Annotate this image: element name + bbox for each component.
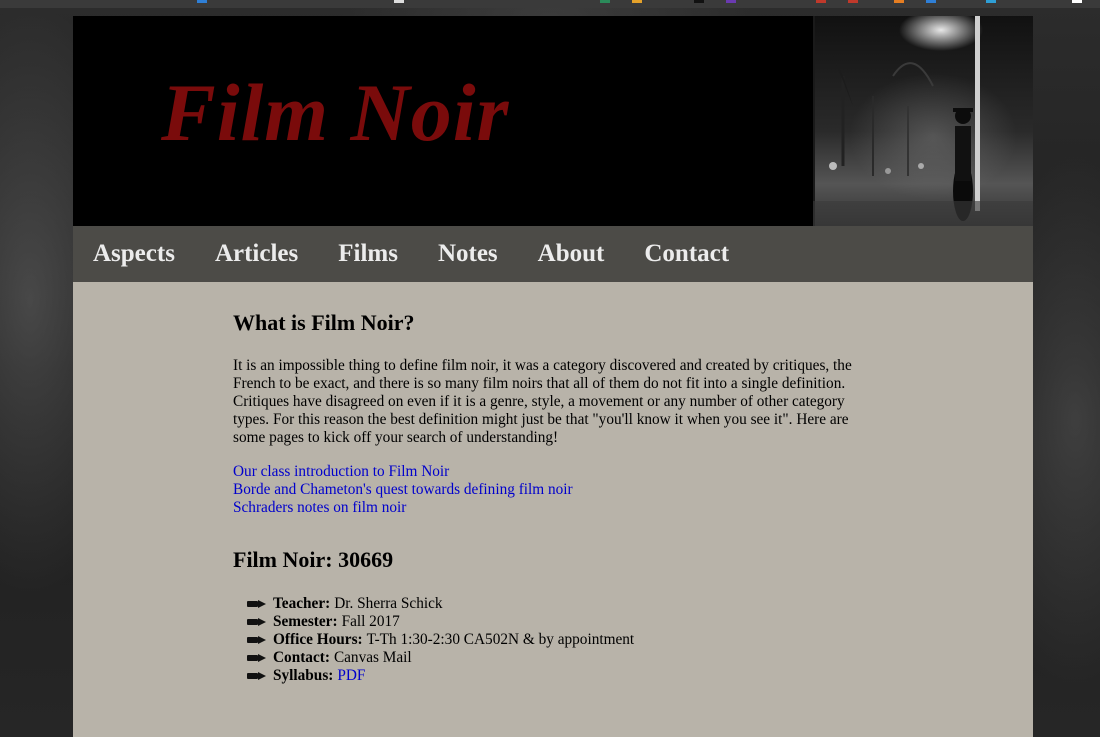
teacher-label: Teacher: (273, 595, 331, 612)
bookmark-icon[interactable] (694, 0, 704, 3)
nav-item-notes[interactable]: Notes (438, 240, 498, 268)
bookmark-icon[interactable] (894, 0, 904, 3)
office-hours-value: T-Th 1:30-2:30 CA502N & by appointment (366, 631, 635, 648)
noir-street-photo (813, 16, 1033, 226)
link-class-introduction[interactable]: Our class introduction to Film Noir (233, 463, 873, 481)
course-info-contact: Contact: Canvas Mail (247, 649, 873, 667)
bookmark-icon[interactable] (986, 0, 996, 3)
syllabus-pdf-link[interactable]: PDF (337, 667, 365, 685)
semester-label: Semester: (273, 613, 338, 630)
semester-value: Fall 2017 (341, 613, 400, 630)
contact-label: Contact: (273, 649, 330, 666)
bookmark-icon[interactable] (394, 0, 404, 3)
syllabus-label: Syllabus: (273, 667, 334, 684)
pointing-hand-icon (247, 672, 266, 680)
pointing-hand-icon (247, 618, 266, 626)
contact-value: Canvas Mail (333, 649, 412, 666)
page-container: Film Noir Aspects Articles Films Notes A… (73, 16, 1033, 737)
course-info-semester: Semester: Fall 2017 (247, 613, 873, 631)
course-info-syllabus: Syllabus: PDF (247, 667, 873, 685)
course-info-teacher: Teacher: Dr. Sherra Schick (247, 595, 873, 613)
bookmark-icon[interactable] (816, 0, 826, 3)
nav-item-articles[interactable]: Articles (215, 240, 298, 268)
pointing-hand-icon (247, 600, 266, 608)
browser-bookmark-strip (0, 0, 1100, 8)
bookmark-icon[interactable] (726, 0, 736, 3)
bookmark-icon[interactable] (197, 0, 207, 3)
bookmark-icon[interactable] (600, 0, 610, 3)
nav-item-films[interactable]: Films (338, 240, 398, 268)
bookmark-icon[interactable] (1072, 0, 1082, 3)
bookmark-icon[interactable] (848, 0, 858, 3)
pointing-hand-icon (247, 654, 266, 662)
office-hours-label: Office Hours: (273, 631, 363, 648)
main-nav: Aspects Articles Films Notes About Conta… (73, 226, 1033, 282)
nav-item-about[interactable]: About (538, 240, 605, 268)
intro-paragraph: It is an impossible thing to define film… (233, 357, 852, 446)
course-info-list: Teacher: Dr. Sherra Schick Semester: Fal… (233, 595, 873, 685)
pointing-hand-icon (247, 636, 266, 644)
bookmark-icon[interactable] (926, 0, 936, 3)
bookmark-icon[interactable] (632, 0, 642, 3)
course-heading: Film Noir: 30669 (233, 547, 394, 572)
main-content: What is Film Noir? It is an impossible t… (73, 282, 873, 685)
course-info-office-hours: Office Hours: T-Th 1:30-2:30 CA502N & by… (247, 631, 873, 649)
intro-heading: What is Film Noir? (233, 310, 415, 335)
nav-item-aspects[interactable]: Aspects (93, 240, 175, 268)
nav-item-contact[interactable]: Contact (644, 240, 729, 268)
teacher-value: Dr. Sherra Schick (334, 595, 443, 612)
link-schrader-notes[interactable]: Schraders notes on film noir (233, 499, 873, 517)
intro-links: Our class introduction to Film Noir Bord… (233, 463, 873, 517)
site-header: Film Noir (73, 16, 1033, 226)
link-borde-chameton[interactable]: Borde and Chameton's quest towards defin… (233, 481, 873, 499)
site-title: Film Noir (161, 67, 510, 158)
